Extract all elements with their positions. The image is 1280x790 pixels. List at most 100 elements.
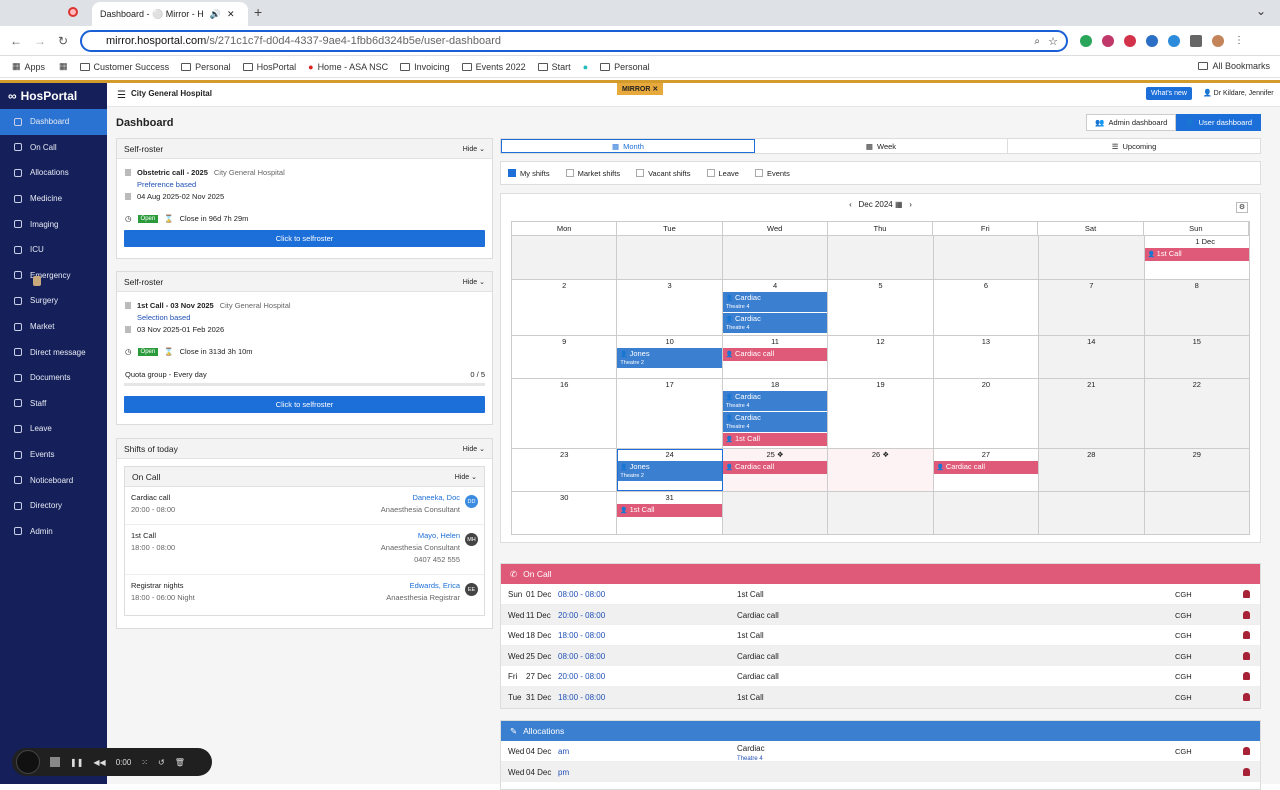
sidebar-item-leave[interactable]: Leave (0, 416, 107, 442)
calendar-day[interactable]: 18 👤 Cardiac Theatre 4 👤 Cardiac Theatre 4 👤 … (722, 379, 829, 448)
staff-name-link[interactable]: Edwards, Erica (386, 581, 460, 590)
user-menu[interactable]: 👤 Dr Kildare, Jennifer (1203, 89, 1274, 97)
tab-month[interactable]: ▦ Month (501, 139, 755, 153)
calendar-day[interactable]: 30 (512, 492, 618, 534)
hide-toggle[interactable]: Hide ⌄ (463, 278, 485, 286)
calendar-day[interactable]: 8 (1144, 280, 1250, 335)
calendar-picker-icon[interactable]: ▦ (895, 200, 903, 209)
mirror-badge[interactable]: MIRROR ✕ (617, 83, 664, 95)
calendar-day[interactable]: 23 (512, 449, 618, 491)
gear-icon[interactable]: ⚙ (1236, 202, 1248, 213)
filter-leave[interactable]: Leave (706, 169, 739, 178)
pause-icon[interactable]: ❚❚ (70, 758, 83, 767)
sidebar-item-icu[interactable]: ICU (0, 237, 107, 263)
calendar-day[interactable]: 3 (617, 280, 723, 335)
tab-upcoming[interactable]: ☰ Upcoming (1008, 139, 1260, 153)
calendar-day[interactable]: 17 (617, 379, 723, 448)
reload-icon[interactable]: ↻ (58, 34, 68, 48)
extension-icon[interactable] (1168, 35, 1180, 47)
calendar-day[interactable] (617, 236, 723, 279)
rewind-icon[interactable]: ◀◀ (93, 758, 105, 767)
restart-icon[interactable]: ↺ (158, 758, 165, 767)
sidebar-item-noticeboard[interactable]: Noticeboard (0, 467, 107, 493)
calendar-day[interactable]: 31 👤 1st Call (617, 492, 723, 534)
filter-market-shifts[interactable]: Market shifts (565, 169, 620, 178)
calendar-day[interactable] (512, 236, 618, 279)
calendar-day[interactable]: 1 Dec 👤 1st Call (1144, 236, 1250, 279)
calendar-day[interactable]: 26 ❖ (828, 449, 934, 491)
calendar-event[interactable]: 👤 Cardiac call (933, 461, 1039, 474)
calendar-day[interactable]: 25 ❖ 👤 Cardiac call (722, 449, 829, 491)
list-row[interactable]: Wed 25 Dec 08:00 - 08:00 Cardiac call CGH (501, 645, 1260, 667)
calendar-day[interactable] (1144, 492, 1250, 534)
speaker-icon[interactable]: 🔊 (210, 9, 221, 20)
close-tab-icon[interactable]: ✕ (227, 9, 235, 20)
hospital-name[interactable]: City General Hospital (131, 89, 212, 98)
sidebar-item-direct-message[interactable]: Direct message (0, 339, 107, 365)
url-input[interactable]: mirror.hosportal.com/s/271c1c7f-d0d4-433… (80, 30, 1068, 52)
bookmark-link[interactable]: ● (583, 62, 588, 72)
hide-toggle[interactable]: Hide ⌄ (455, 473, 477, 481)
calendar-day[interactable]: 19 (828, 379, 934, 448)
checkbox[interactable] (706, 169, 715, 177)
calendar-day[interactable] (1039, 236, 1145, 279)
calendar-event[interactable]: 👤 1st Call (1144, 248, 1249, 261)
record-icon[interactable] (68, 7, 78, 17)
calendar-day[interactable]: 24 👤 Jones Theatre 2 (617, 449, 723, 491)
calendar-event[interactable]: 👤 Cardiac Theatre 4 (722, 412, 828, 432)
filter-vacant-shifts[interactable]: Vacant shifts (636, 169, 691, 178)
person-icon[interactable] (1243, 610, 1250, 619)
back-icon[interactable]: ← (10, 34, 22, 48)
bookmark-folder[interactable]: Invoicing (400, 62, 450, 72)
forward-icon[interactable]: → (34, 34, 46, 48)
bookmark-folder[interactable]: Personal (181, 62, 231, 72)
calendar-day[interactable]: 15 (1144, 336, 1250, 378)
calendar-event[interactable]: 👤 Jones Theatre 2 (617, 348, 722, 368)
person-icon[interactable] (1243, 631, 1250, 640)
calendar-day[interactable]: 21 (1039, 379, 1145, 448)
selfroster-button[interactable]: Click to selfroster (124, 396, 485, 413)
sidebar-item-medicine[interactable]: Medicine (0, 186, 107, 212)
bookmark-link[interactable]: ● Home - ASA NSC (308, 62, 388, 72)
avatar[interactable]: DD (465, 495, 478, 508)
calendar-day[interactable] (1039, 492, 1145, 534)
calendar-day[interactable]: 6 (934, 280, 1040, 335)
list-row[interactable]: Tue 31 Dec 18:00 - 08:00 1st Call CGH (501, 686, 1260, 708)
tab-week[interactable]: ▦ Week (755, 139, 1008, 153)
calendar-day[interactable] (933, 492, 1040, 534)
calendar-event[interactable]: 👤 1st Call (722, 433, 828, 446)
calendar-day[interactable] (828, 492, 934, 534)
bookmark-folder[interactable]: Events 2022 (461, 62, 526, 72)
list-row[interactable]: Wed 11 Dec 20:00 - 08:00 Cardiac call CGH (501, 604, 1260, 626)
sidebar-item-allocations[interactable]: Allocations (0, 160, 107, 186)
hide-toggle[interactable]: Hide ⌄ (463, 445, 485, 453)
calendar-day[interactable] (933, 236, 1040, 279)
calendar-day[interactable]: 9 (512, 336, 618, 378)
profile-avatar[interactable] (1212, 35, 1224, 47)
checkbox[interactable] (636, 169, 645, 177)
list-row[interactable]: Wed 18 Dec 18:00 - 08:00 1st Call CGH (501, 625, 1260, 646)
person-icon[interactable] (1243, 767, 1250, 776)
calendar-day[interactable]: 10 👤 Jones Theatre 2 (617, 336, 723, 378)
sidebar-item-on-call[interactable]: On Call (0, 135, 107, 161)
calendar-day[interactable]: 11 👤 Cardiac call (722, 336, 829, 378)
calendar-day[interactable]: 4 👤 Cardiac Theatre 4 👤 Cardiac Theatre 4 (722, 280, 829, 335)
stop-icon[interactable] (50, 757, 60, 767)
whats-new-button[interactable]: What's new (1146, 87, 1192, 100)
bookmark-folder[interactable]: HosPortal (242, 62, 296, 72)
calendar-day[interactable] (722, 492, 829, 534)
checkbox[interactable] (754, 169, 763, 177)
calendar-day[interactable] (722, 236, 829, 279)
person-icon[interactable] (1243, 590, 1250, 598)
sidebar-item-surgery[interactable]: Surgery (0, 288, 107, 314)
extension-icon[interactable] (1124, 35, 1136, 47)
sidebar-item-documents[interactable]: Documents (0, 365, 107, 391)
calendar-day[interactable]: 7 (1039, 280, 1145, 335)
selfroster-button[interactable]: Click to selfroster (124, 230, 485, 247)
calendar-day[interactable]: 14 (1039, 336, 1145, 378)
avatar[interactable]: MH (465, 533, 478, 546)
sidebar-item-directory[interactable]: Directory (0, 493, 107, 519)
logo[interactable]: ∞ HosPortal (0, 83, 107, 109)
sidebar-item-staff[interactable]: Staff (0, 391, 107, 417)
sidebar-item-admin[interactable]: Admin (0, 519, 107, 545)
